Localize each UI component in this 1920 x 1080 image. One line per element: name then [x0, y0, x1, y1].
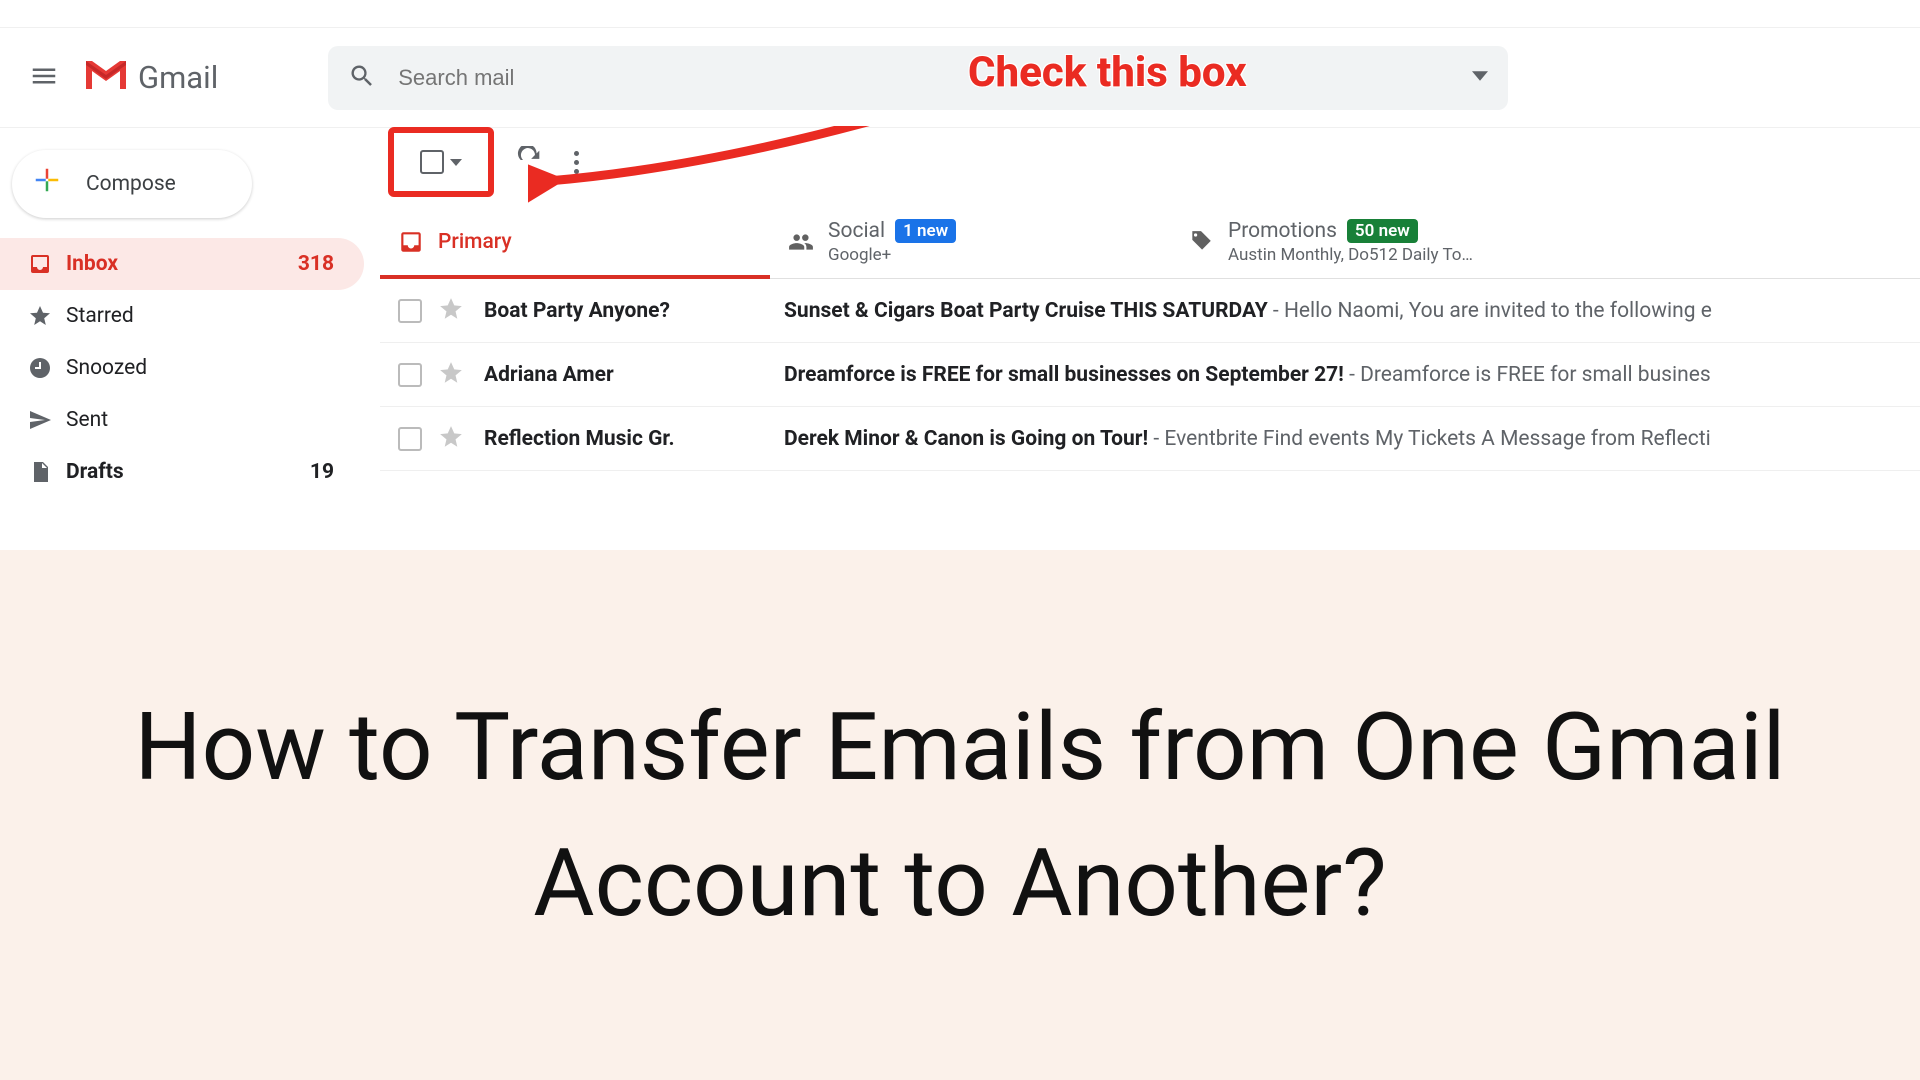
tab-subtitle: Austin Monthly, Do512 Daily To… [1228, 245, 1473, 265]
people-icon [788, 229, 828, 255]
clock-icon [28, 356, 66, 380]
mail-row[interactable]: Boat Party Anyone? Sunset & Cigars Boat … [380, 279, 1920, 343]
inbox-icon [28, 252, 66, 276]
mail-sender: Adriana Amer [484, 363, 784, 387]
sidebar-item-starred[interactable]: Starred [0, 290, 364, 342]
search-icon [348, 62, 376, 94]
sidebar: Compose Inbox 318 Starred Snoozed Sent D… [0, 128, 380, 410]
mail-subject: Dreamforce is FREE for small businesses … [784, 363, 1711, 387]
tab-social[interactable]: Social 1 new Google+ [770, 206, 1170, 278]
row-star-button[interactable] [438, 424, 484, 454]
search-options-button[interactable] [1472, 68, 1488, 88]
tab-badge: 50 new [1347, 219, 1418, 243]
tag-icon [1188, 229, 1228, 255]
file-icon [28, 460, 66, 484]
hamburger-icon [29, 61, 59, 95]
row-checkbox[interactable] [398, 299, 422, 323]
more-button[interactable] [574, 151, 579, 174]
title-overlay: How to Transfer Emails from One Gmail Ac… [0, 550, 1920, 1080]
search-box[interactable] [328, 46, 1508, 110]
more-vert-icon [574, 151, 579, 156]
inbox-icon [398, 229, 438, 255]
inbox-tabs: Primary Social 1 new Google+ Promotions [380, 206, 1920, 279]
sidebar-item-label: Drafts [66, 460, 310, 484]
row-star-button[interactable] [438, 296, 484, 326]
sidebar-item-label: Inbox [66, 252, 298, 276]
tab-badge: 1 new [895, 219, 956, 243]
send-icon [28, 408, 66, 432]
sidebar-item-label: Snoozed [66, 356, 334, 380]
mail-subject: Sunset & Cigars Boat Party Cruise THIS S… [784, 299, 1712, 323]
gmail-m-icon [82, 52, 130, 104]
main-content: Primary Social 1 new Google+ Promotions [380, 128, 1920, 410]
sidebar-item-snoozed[interactable]: Snoozed [0, 342, 364, 394]
title-text: How to Transfer Emails from One Gmail Ac… [0, 679, 1920, 952]
sidebar-item-inbox[interactable]: Inbox 318 [0, 238, 364, 290]
tab-label: Social [828, 219, 885, 243]
sidebar-item-sent[interactable]: Sent [0, 394, 364, 446]
search-wrap [328, 46, 1508, 110]
gmail-logo-text: Gmail [138, 59, 218, 96]
mail-row[interactable]: Adriana Amer Dreamforce is FREE for smal… [380, 343, 1920, 407]
gmail-logo[interactable]: Gmail [82, 52, 218, 104]
sidebar-item-count: 19 [310, 460, 334, 484]
mail-row[interactable]: Reflection Music Gr. Derek Minor & Canon… [380, 407, 1920, 471]
mail-toolbar [380, 128, 1920, 196]
sidebar-item-drafts[interactable]: Drafts 19 [0, 446, 364, 498]
tab-primary[interactable]: Primary [380, 206, 770, 278]
plus-icon [32, 164, 62, 204]
main-menu-button[interactable] [16, 50, 72, 106]
search-input[interactable] [398, 65, 1462, 91]
mail-sender: Reflection Music Gr. [484, 427, 784, 451]
checkbox-icon [420, 150, 444, 174]
sidebar-item-label: Sent [66, 408, 334, 432]
row-checkbox[interactable] [398, 363, 422, 387]
sidebar-item-count: 318 [298, 252, 334, 276]
window-topbar [0, 0, 1920, 28]
refresh-button[interactable] [516, 146, 544, 178]
app-header: Gmail [0, 28, 1920, 128]
tab-label: Promotions [1228, 219, 1337, 243]
sidebar-item-label: Starred [66, 304, 334, 328]
tab-promotions[interactable]: Promotions 50 new Austin Monthly, Do512 … [1170, 206, 1570, 278]
star-icon [28, 304, 66, 328]
compose-label: Compose [86, 172, 176, 196]
chevron-down-icon [450, 159, 462, 166]
tab-subtitle: Google+ [828, 245, 956, 265]
select-all-checkbox[interactable] [388, 127, 494, 197]
mail-subject: Derek Minor & Canon is Going on Tour! - … [784, 427, 1711, 451]
compose-button[interactable]: Compose [12, 150, 252, 218]
annotation-callout: Check this box [968, 48, 1247, 97]
row-checkbox[interactable] [398, 427, 422, 451]
tab-label: Primary [438, 230, 512, 254]
mail-sender: Boat Party Anyone? [484, 299, 784, 323]
row-star-button[interactable] [438, 360, 484, 390]
